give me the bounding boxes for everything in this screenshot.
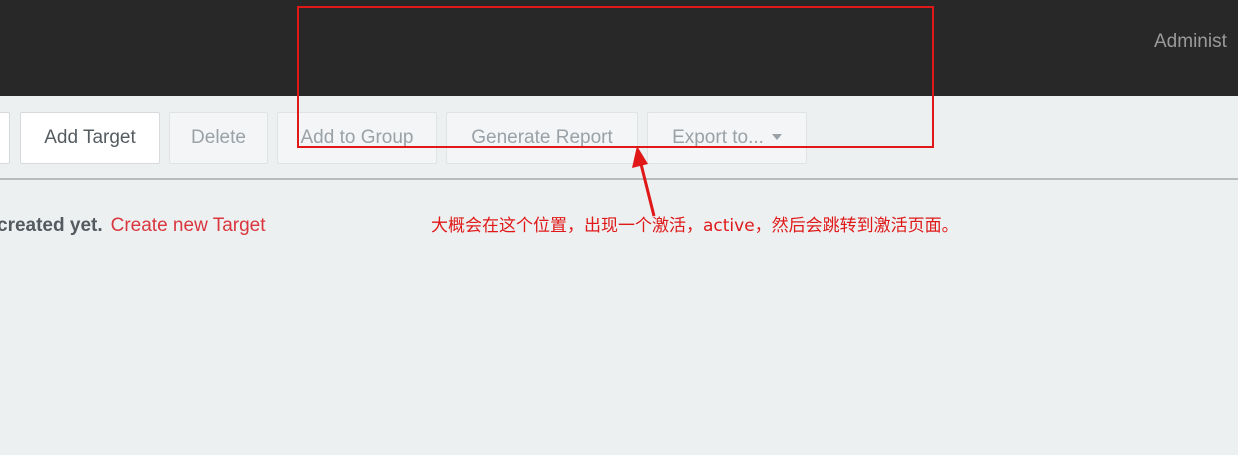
page: Administ Add Target Delete Add to Group … bbox=[0, 0, 1238, 455]
annotation-note: 大概会在这个位置，出现一个激活，active，然后会跳转到激活页面。 bbox=[431, 216, 959, 236]
